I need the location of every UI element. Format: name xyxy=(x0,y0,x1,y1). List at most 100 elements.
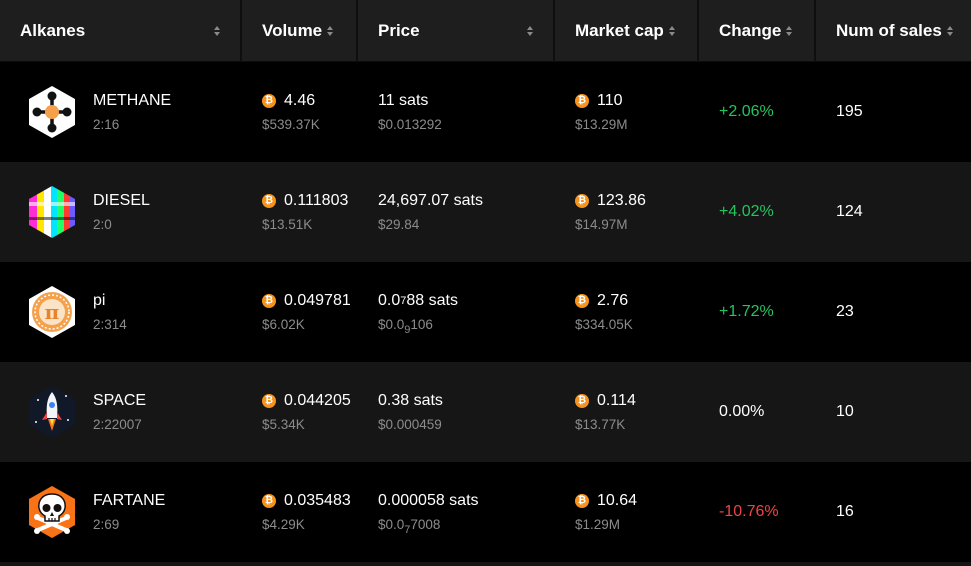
sort-icon[interactable] xyxy=(214,26,220,36)
market-cap-btc: 110 xyxy=(597,91,623,109)
change-cell: -10.76% xyxy=(699,462,816,562)
price-usd: $0.000459 xyxy=(378,416,442,432)
token-id: 2:22007 xyxy=(93,416,142,432)
volume-usd: $539.37K xyxy=(262,116,320,132)
table-row[interactable]: DIESEL 2:0 ₿ 0.111803 $13.51K 24,697.07 s… xyxy=(0,162,971,262)
market-cap-usd: $1.29M xyxy=(575,516,621,532)
bitcoin-icon: ₿ xyxy=(262,193,276,208)
price-cell: 24,697.07 sats $29.84 xyxy=(358,162,555,262)
num-of-sales: 23 xyxy=(836,303,854,320)
price-usd: $0.077008 xyxy=(378,516,441,536)
bitcoin-icon: ₿ xyxy=(575,393,589,408)
sales-cell: 195 xyxy=(816,62,971,162)
market-cap-usd: $334.05K xyxy=(575,316,633,332)
num-of-sales: 124 xyxy=(836,203,863,220)
volume-cell: ₿ 0.049781 $6.02K xyxy=(242,262,358,362)
table-row[interactable]: METHANE 2:16 ₿ 4.46 $539.37K 11 sats $0.0… xyxy=(0,62,971,162)
market-cap-cell: ₿ 110 $13.29M xyxy=(555,62,699,162)
price-cell: 0.38 sats $0.000459 xyxy=(358,362,555,462)
price-usd: $0.013292 xyxy=(378,116,442,132)
diesel-glitch-icon xyxy=(24,184,80,240)
volume-btc: 0.111803 xyxy=(284,191,349,209)
bitcoin-icon: ₿ xyxy=(575,493,589,508)
sales-cell: 16 xyxy=(816,462,971,562)
bitcoin-icon: ₿ xyxy=(575,193,589,208)
skull-crossbones-icon xyxy=(24,484,80,540)
volume-usd: $4.29K xyxy=(262,516,305,532)
change-cell: 0.00% xyxy=(699,362,816,462)
price-usd: $29.84 xyxy=(378,216,420,232)
token-id: 2:69 xyxy=(93,516,120,532)
alkane-cell[interactable]: METHANE 2:16 xyxy=(0,62,242,162)
volume-usd: $13.51K xyxy=(262,216,313,232)
sort-icon[interactable] xyxy=(327,26,334,36)
table-header: Alkanes Volume Price Market cap Change N… xyxy=(0,0,971,62)
token-name[interactable]: DIESEL xyxy=(93,191,150,211)
sort-icon[interactable] xyxy=(668,26,675,36)
column-header-volume[interactable]: Volume xyxy=(242,0,358,62)
bitcoin-icon: ₿ xyxy=(262,93,276,108)
price-sats: 0.000058 sats xyxy=(378,491,479,509)
market-cap-btc: 0.114 xyxy=(597,391,636,409)
change-value: +4.02% xyxy=(719,203,774,220)
table-row[interactable]: SPACE 2:22007 ₿ 0.044205 $5.34K 0.38 sats… xyxy=(0,362,971,462)
volume-cell: ₿ 0.044205 $5.34K xyxy=(242,362,358,462)
market-cap-btc: 10.64 xyxy=(597,491,638,509)
change-value: +2.06% xyxy=(719,103,774,120)
change-value: 0.00% xyxy=(719,403,765,420)
volume-cell: ₿ 0.111803 $13.51K xyxy=(242,162,358,262)
token-name[interactable]: METHANE xyxy=(93,91,171,111)
change-value: -10.76% xyxy=(719,503,779,520)
token-name[interactable]: SPACE xyxy=(93,391,146,411)
volume-cell: ₿ 4.46 $539.37K xyxy=(242,62,358,162)
price-sats: 11 sats xyxy=(378,91,429,109)
sales-cell: 10 xyxy=(816,362,971,462)
rocket-icon xyxy=(24,384,80,440)
column-header-alkanes[interactable]: Alkanes xyxy=(0,0,242,62)
market-cap-cell: ₿ 123.86 $14.97M xyxy=(555,162,699,262)
column-header-change[interactable]: Change xyxy=(699,0,816,62)
bitcoin-icon: ₿ xyxy=(575,93,589,108)
volume-usd: $6.02K xyxy=(262,316,305,332)
column-header-price[interactable]: Price xyxy=(358,0,555,62)
bitcoin-icon: ₿ xyxy=(262,393,276,408)
market-cap-btc: 2.76 xyxy=(597,291,629,309)
num-of-sales: 10 xyxy=(836,403,854,420)
price-usd: $0.09106 xyxy=(378,316,433,336)
alkane-cell[interactable]: SPACE 2:22007 xyxy=(0,362,242,462)
volume-btc: 0.049781 xyxy=(284,291,351,309)
sales-cell: 23 xyxy=(816,262,971,362)
alkane-cell[interactable]: FARTANE 2:69 xyxy=(0,462,242,562)
volume-btc: 0.044205 xyxy=(284,391,351,409)
token-id: 2:314 xyxy=(93,316,127,332)
market-cap-cell: ₿ 2.76 $334.05K xyxy=(555,262,699,362)
alkane-cell[interactable]: DIESEL 2:0 xyxy=(0,162,242,262)
token-id: 2:16 xyxy=(93,116,120,132)
methane-molecule-icon xyxy=(24,84,80,140)
market-cap-usd: $14.97M xyxy=(575,216,628,232)
column-header-market-cap[interactable]: Market cap xyxy=(555,0,699,62)
token-name[interactable]: pi xyxy=(93,291,127,311)
sort-icon[interactable] xyxy=(786,26,793,36)
table-row[interactable]: π pi 2:314 ₿ 0.049781 $6.02K 0.0 7 88 sats … xyxy=(0,262,971,362)
bitcoin-icon: ₿ xyxy=(262,493,276,508)
num-of-sales: 16 xyxy=(836,503,854,520)
market-cap-btc: 123.86 xyxy=(597,191,646,209)
market-cap-usd: $13.29M xyxy=(575,116,628,132)
sort-icon[interactable] xyxy=(946,26,953,36)
alkane-cell[interactable]: π pi 2:314 xyxy=(0,262,242,362)
market-cap-cell: ₿ 10.64 $1.29M xyxy=(555,462,699,562)
market-cap-usd: $13.77K xyxy=(575,416,626,432)
table-row[interactable]: FARTANE 2:69 ₿ 0.035483 $4.29K 0.000058 s… xyxy=(0,462,971,562)
column-header-num-of-sales[interactable]: Num of sales xyxy=(816,0,971,62)
pi-symbol-icon: π xyxy=(24,284,80,340)
price-sats: 24,697.07 sats xyxy=(378,191,483,209)
price-sats: 0.38 sats xyxy=(378,391,443,409)
volume-cell: ₿ 0.035483 $4.29K xyxy=(242,462,358,562)
change-value: +1.72% xyxy=(719,303,774,320)
svg-text:π: π xyxy=(45,300,60,324)
sort-icon[interactable] xyxy=(527,26,533,36)
token-name[interactable]: FARTANE xyxy=(93,491,165,511)
change-cell: +4.02% xyxy=(699,162,816,262)
volume-btc: 4.46 xyxy=(284,91,316,109)
